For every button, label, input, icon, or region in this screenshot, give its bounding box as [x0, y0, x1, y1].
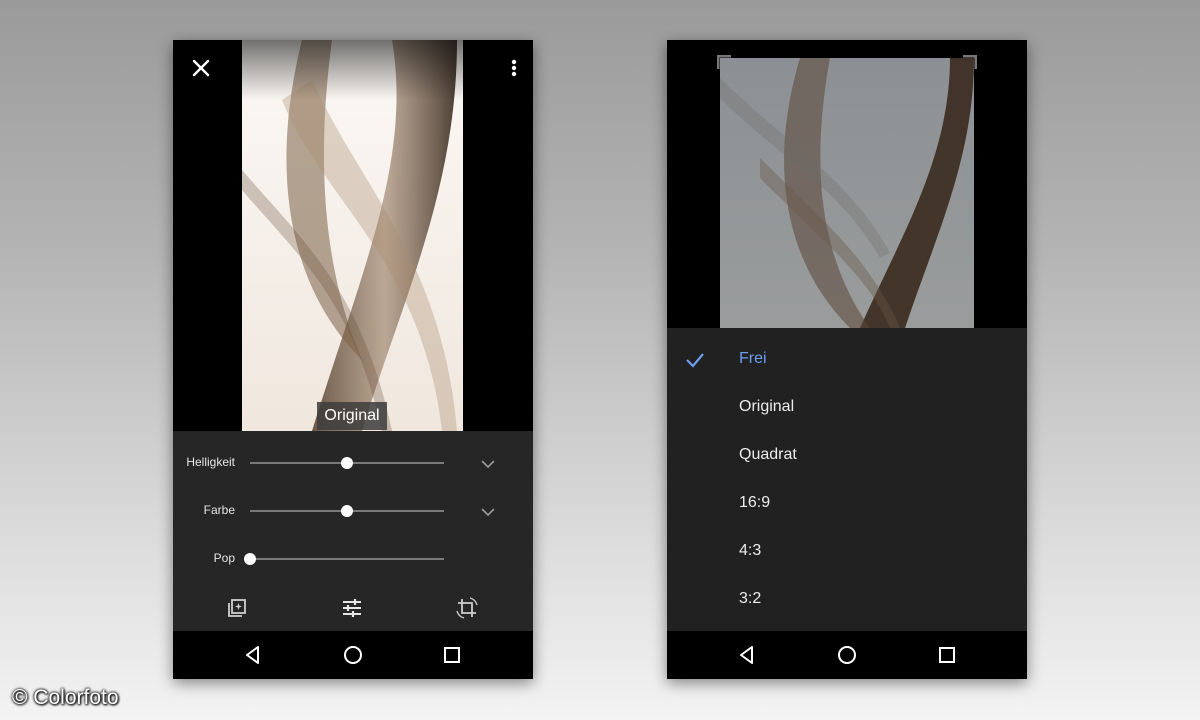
- chevron-down-icon[interactable]: [478, 502, 498, 522]
- aspect-label: 4:3: [739, 542, 762, 559]
- brightness-slider-thumb[interactable]: [341, 457, 353, 469]
- recents-icon[interactable]: [440, 643, 464, 667]
- aspect-option-original[interactable]: Original: [667, 384, 1027, 432]
- slider-row-pop: Pop: [173, 544, 533, 574]
- auto-enhance-icon[interactable]: [224, 595, 250, 621]
- chevron-down-icon[interactable]: [478, 454, 498, 474]
- aspect-option-square[interactable]: Quadrat: [667, 432, 1027, 480]
- watermark-text: © Colorfoto: [12, 686, 119, 709]
- crop-photo-preview[interactable]: [720, 58, 974, 328]
- pop-slider-track[interactable]: [250, 558, 444, 560]
- aspect-option-16-9[interactable]: 16:9: [667, 480, 1027, 528]
- slider-row-brightness: Helligkeit: [173, 448, 533, 478]
- slider-label: Farbe: [203, 503, 235, 517]
- aspect-label: Quadrat: [739, 446, 797, 463]
- aspect-label: Original: [739, 398, 795, 415]
- back-icon[interactable]: [735, 643, 759, 667]
- aspect-option-3-2[interactable]: 3:2: [667, 576, 1027, 624]
- aspect-option-free[interactable]: Frei: [667, 336, 1027, 384]
- abstract-smoke-image: [720, 58, 974, 328]
- toolbar-scrim: [173, 40, 533, 100]
- crop-handle-top-left[interactable]: [717, 55, 731, 69]
- crop-canvas: [667, 40, 1027, 328]
- more-vert-icon[interactable]: [503, 54, 525, 82]
- home-icon[interactable]: [835, 643, 859, 667]
- compare-original-label[interactable]: Original: [317, 402, 387, 430]
- phone-editor-screen: Original Helligkeit Farbe Pop: [173, 40, 533, 679]
- aspect-ratio-menu: Frei Original Quadrat 16:9 4:3 3:2: [667, 328, 1027, 631]
- slider-label: Pop: [213, 551, 235, 565]
- crop-handle-top-right[interactable]: [963, 55, 977, 69]
- aspect-option-4-3[interactable]: 4:3: [667, 528, 1027, 576]
- photo-canvas: Original: [173, 40, 533, 431]
- tune-icon[interactable]: [339, 595, 365, 621]
- check-icon: [686, 353, 704, 368]
- close-icon[interactable]: [187, 54, 215, 82]
- phone-crop-screen: Frei Original Quadrat 16:9 4:3 3:2: [667, 40, 1027, 679]
- crop-rotate-icon[interactable]: [454, 595, 480, 621]
- color-slider-thumb[interactable]: [341, 505, 353, 517]
- pop-slider-thumb[interactable]: [244, 553, 256, 565]
- aspect-label: 16:9: [739, 494, 771, 511]
- back-icon[interactable]: [241, 643, 265, 667]
- system-navigation-bar: [173, 631, 533, 679]
- home-icon[interactable]: [341, 643, 365, 667]
- aspect-label: 3:2: [739, 590, 762, 607]
- slider-row-color: Farbe: [173, 496, 533, 526]
- recents-icon[interactable]: [935, 643, 959, 667]
- system-navigation-bar: [667, 631, 1027, 679]
- adjustment-panel: Helligkeit Farbe Pop: [173, 431, 533, 631]
- slider-label: Helligkeit: [186, 455, 235, 469]
- aspect-label: Frei: [739, 350, 767, 367]
